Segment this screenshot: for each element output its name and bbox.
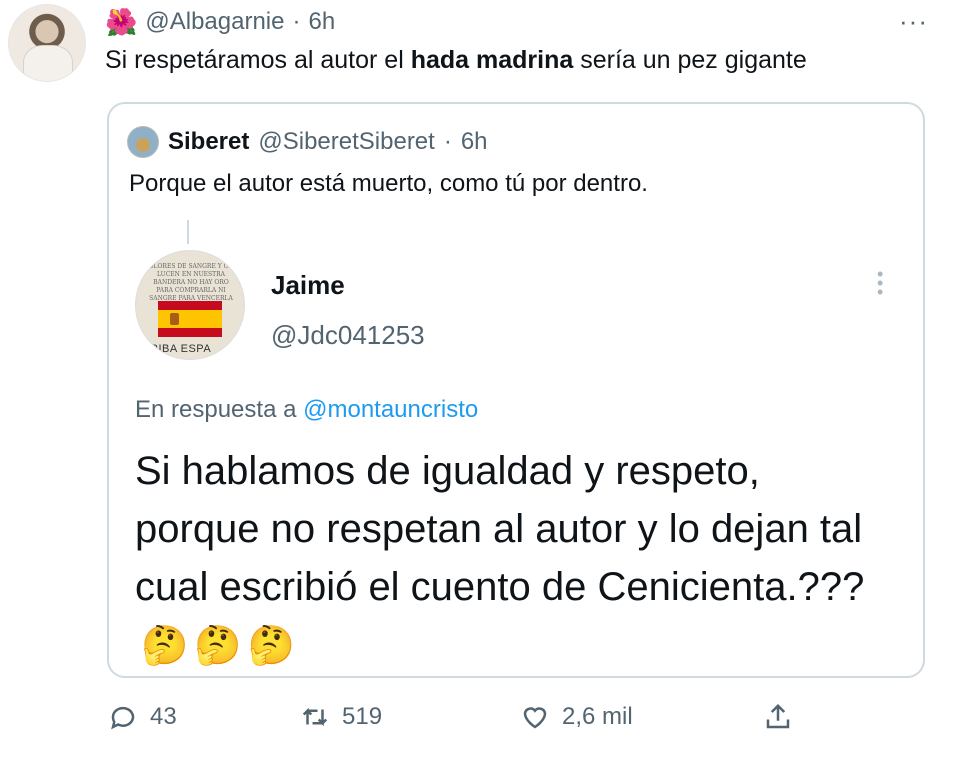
author-avatar[interactable] xyxy=(8,4,86,82)
tweet-actions: 43 519 2,6 mil xyxy=(108,702,808,742)
thinking-face-icon: 🤔 xyxy=(247,625,295,667)
reply-prefix: En respuesta a xyxy=(135,396,304,423)
flower-emoji-icon: 🌺 xyxy=(105,7,138,37)
tweet[interactable]: 🌺 @Albagarnie · 6h ··· Si respetáramos a… xyxy=(0,0,954,779)
quote-time: 6h xyxy=(460,128,488,155)
more-options-icon[interactable]: ··· xyxy=(899,6,928,37)
heart-icon xyxy=(523,707,547,729)
quote-author-name: Siberet xyxy=(168,128,250,155)
retweet-count: 519 xyxy=(342,703,383,730)
avatar-caption: COLORES DE SANGRE Y ORO LUCEN EN NUESTRA… xyxy=(144,263,238,302)
tweet-time[interactable]: 6h xyxy=(309,8,336,36)
tweet-text-end: sería un pez gigante xyxy=(573,46,807,74)
avatar-tag: RIBA ESPA xyxy=(150,343,212,355)
tweet-header: 🌺 @Albagarnie · 6h xyxy=(105,6,335,38)
reply-context: En respuesta a @montauncristo xyxy=(135,396,478,424)
quote-avatar xyxy=(127,126,159,158)
tweet-text-bold: hada madrina xyxy=(410,46,574,74)
tweet-text: Si respetáramos al autor el hada madrina… xyxy=(105,46,807,75)
screenshot-body-text: Si hablamos de igualdad y respeto, porqu… xyxy=(135,449,865,609)
thinking-face-icon: 🤔 xyxy=(194,625,242,667)
screenshot-avatar: COLORES DE SANGRE Y ORO LUCEN EN NUESTRA… xyxy=(135,250,245,360)
share-button[interactable] xyxy=(763,702,793,732)
vertical-more-icon: • • • xyxy=(877,264,884,302)
quote-tweet-card[interactable]: Siberet @SiberetSiberet · 6h Porque el a… xyxy=(107,102,925,678)
screenshot-body: Si hablamos de igualdad y respeto, porqu… xyxy=(135,442,875,675)
spain-flag-icon xyxy=(158,301,222,337)
tweet-text-start: Si respetáramos al autor el xyxy=(105,46,411,74)
thread-line xyxy=(187,220,189,244)
like-count: 2,6 mil xyxy=(562,703,633,730)
share-icon xyxy=(766,703,790,729)
screenshot-author-handle: @Jdc041253 xyxy=(271,320,425,350)
screenshot-author-name: Jaime xyxy=(271,270,345,300)
thinking-face-icon: 🤔 xyxy=(141,625,189,667)
reply-count: 43 xyxy=(150,703,177,730)
quote-header: Siberet @SiberetSiberet · 6h xyxy=(127,126,488,158)
separator-dot: · xyxy=(292,8,301,35)
retweet-button[interactable]: 519 xyxy=(300,702,382,732)
quote-author-handle: @SiberetSiberet xyxy=(258,128,435,155)
like-button[interactable]: 2,6 mil xyxy=(520,702,633,732)
author-handle[interactable]: @Albagarnie xyxy=(145,8,284,36)
reply-button[interactable]: 43 xyxy=(108,702,177,732)
reply-icon xyxy=(111,706,135,730)
quote-text: Porque el autor está muerto, como tú por… xyxy=(129,170,648,197)
reply-mention: @montauncristo xyxy=(303,396,479,423)
retweet-icon xyxy=(302,707,328,727)
quote-separator: · xyxy=(443,128,452,155)
